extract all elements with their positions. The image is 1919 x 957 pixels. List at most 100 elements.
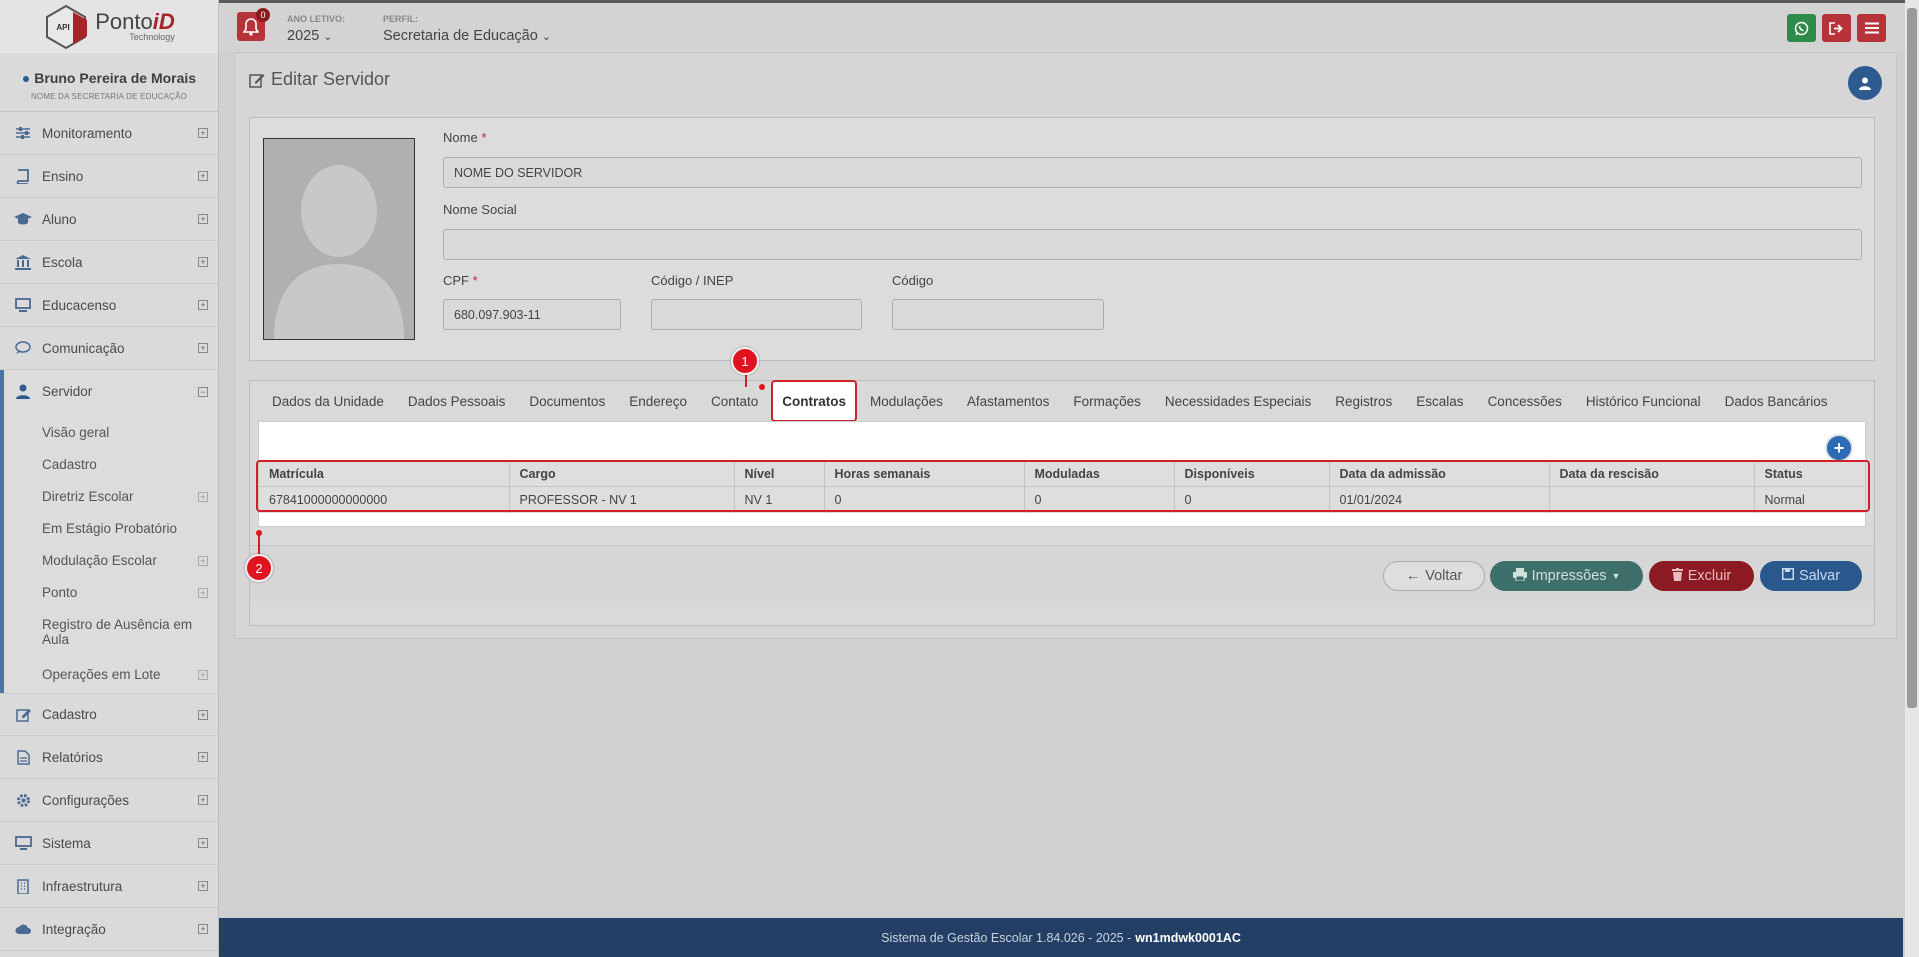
column-header[interactable]: Nível (734, 462, 825, 487)
whatsapp-button[interactable] (1787, 14, 1816, 42)
tab-dados-unidade[interactable]: Dados da Unidade (260, 381, 396, 421)
tab-dados-bancarios[interactable]: Dados Bancários (1713, 381, 1840, 421)
sidebar-subitem-diretriz-escolar[interactable]: Diretriz Escolar + (42, 483, 208, 515)
notifications-button[interactable]: 0 (237, 8, 270, 41)
add-contract-button[interactable]: + (1825, 434, 1853, 462)
tab-escalas[interactable]: Escalas (1404, 381, 1475, 421)
collapse-icon[interactable]: − (198, 386, 208, 397)
sidebar-item-label: Servidor (42, 384, 93, 399)
tab-modulacoes[interactable]: Modulações (858, 381, 955, 421)
sidebar-item-infraestrutura[interactable]: Infraestrutura + (0, 865, 218, 908)
sidebar-item-label: Infraestrutura (42, 878, 123, 894)
tabs-card: Dados da Unidade Dados Pessoais Document… (249, 380, 1875, 626)
column-header[interactable]: Cargo (509, 462, 735, 487)
expand-icon[interactable]: + (198, 492, 208, 502)
expand-icon[interactable]: + (198, 214, 208, 224)
page-scrollbar[interactable] (1905, 0, 1919, 957)
sidebar-subitem-modulacao-escolar[interactable]: Modulação Escolar + (42, 547, 208, 579)
sidebar-subitem-visao-geral[interactable]: Visão geral (42, 419, 208, 451)
voltar-button[interactable]: ← Voltar (1383, 561, 1485, 591)
expand-icon[interactable]: + (198, 752, 208, 762)
sidebar-group-servidor: Servidor − Visão geral Cadastro Diretriz… (0, 370, 218, 693)
user-profile-button[interactable] (1848, 66, 1882, 100)
sidebar-subitem-operacoes-lote[interactable]: Operações em Lote + (42, 661, 208, 693)
sidebar-item-educacenso[interactable]: Educacenso + (0, 284, 218, 327)
tab-documentos[interactable]: Documentos (517, 381, 617, 421)
bell-icon (243, 17, 259, 36)
excluir-button[interactable]: Excluir (1649, 561, 1754, 591)
sidebar-item-sistema[interactable]: Sistema + (0, 822, 218, 865)
annotation-marker-2: 2 (245, 554, 273, 582)
tab-afastamentos[interactable]: Afastamentos (955, 381, 1062, 421)
tab-dados-pessoais[interactable]: Dados Pessoais (396, 381, 518, 421)
expand-icon[interactable]: + (198, 556, 208, 566)
expand-icon[interactable]: + (198, 795, 208, 805)
user-icon: ● (21, 70, 31, 86)
expand-icon[interactable]: + (198, 171, 208, 181)
hamburger-icon (1864, 22, 1879, 34)
menu-button[interactable] (1857, 14, 1886, 42)
sidebar-item-label: Escola (42, 254, 83, 270)
sidebar-item-ensino[interactable]: Ensino + (0, 155, 218, 198)
column-header[interactable]: Moduladas (1024, 462, 1175, 487)
sidebar-item-escola[interactable]: Escola + (0, 241, 218, 284)
photo-placeholder[interactable] (263, 138, 415, 340)
tab-formacoes[interactable]: Formações (1061, 381, 1153, 421)
impressoes-button[interactable]: Impressões ▼ (1490, 561, 1643, 591)
sidebar-item-servidor[interactable]: Servidor − (4, 370, 218, 413)
sidebar-item-relatorios[interactable]: Relatórios + (0, 736, 218, 779)
codigo-inep-input[interactable] (651, 299, 862, 330)
expand-icon[interactable]: + (198, 924, 208, 934)
salvar-button[interactable]: Salvar (1760, 561, 1862, 591)
scrollbar-thumb[interactable] (1907, 8, 1917, 708)
expand-icon[interactable]: + (198, 838, 208, 848)
sidebar-subitem-ponto[interactable]: Ponto + (42, 579, 208, 611)
column-header[interactable]: Data da rescisão (1549, 462, 1755, 487)
expand-icon[interactable]: + (198, 588, 208, 598)
expand-icon[interactable]: + (198, 257, 208, 267)
tab-concessoes[interactable]: Concessões (1476, 381, 1574, 421)
sidebar-subitem-estagio-probatorio[interactable]: Em Estágio Probatório (42, 515, 208, 547)
logo[interactable]: API PontoiD Technology (0, 0, 218, 53)
sidebar-subitem-cadastro[interactable]: Cadastro (42, 451, 208, 483)
column-header[interactable]: Matrícula (259, 462, 510, 487)
column-header[interactable]: Horas semanais (824, 462, 1025, 487)
perfil-select[interactable]: Secretaria de Educação ⌄ (383, 28, 551, 44)
sidebar-item-cadastro[interactable]: Cadastro + (0, 693, 218, 736)
ano-letivo-select[interactable]: 2025 ⌄ (287, 28, 333, 44)
main-content: Editar Servidor Nome * NOME DO SERVIDOR … (234, 52, 1897, 639)
expand-icon[interactable]: + (198, 881, 208, 891)
logout-button[interactable] (1822, 14, 1851, 42)
tab-endereco[interactable]: Endereço (617, 381, 699, 421)
nome-input[interactable]: NOME DO SERVIDOR (443, 157, 1862, 188)
tab-historico-funcional[interactable]: Histórico Funcional (1574, 381, 1713, 421)
tab-registros[interactable]: Registros (1323, 381, 1404, 421)
column-header[interactable]: Status (1754, 462, 1865, 487)
sign-out-icon (1829, 21, 1843, 35)
sidebar-item-configuracoes[interactable]: Configurações + (0, 779, 218, 822)
expand-icon[interactable]: + (198, 128, 208, 138)
tab-necessidades-especiais[interactable]: Necessidades Especiais (1153, 381, 1323, 421)
sidebar-subitem-registro-ausencia[interactable]: Registro de Ausência em Aula (42, 611, 208, 661)
cell-disponiveis: 0 (1174, 486, 1330, 513)
cpf-input[interactable]: 680.097.903-11 (443, 299, 621, 330)
trash-icon (1671, 567, 1683, 585)
expand-icon[interactable]: + (198, 343, 208, 353)
logo-subtitle: Technology (129, 32, 175, 42)
cell-status: Normal (1764, 492, 1805, 507)
desktop-icon (12, 835, 34, 851)
sidebar-item-aluno[interactable]: Aluno + (0, 198, 218, 241)
sidebar-item-integracao[interactable]: Integração + (0, 908, 218, 951)
expand-icon[interactable]: + (198, 670, 208, 680)
footer: Sistema de Gestão Escolar 1.84.026 - 202… (219, 918, 1903, 957)
table-row[interactable]: 67841000000000000 PROFESSOR - NV 1 NV 1 … (259, 486, 1865, 513)
expand-icon[interactable]: + (198, 709, 208, 720)
codigo-input[interactable] (892, 299, 1104, 330)
sidebar-item-monitoramento[interactable]: Monitoramento + (0, 112, 218, 155)
expand-icon[interactable]: + (198, 300, 208, 310)
sidebar-item-comunicacao[interactable]: Comunicação + (0, 327, 218, 370)
tab-contratos[interactable]: Contratos (771, 380, 858, 422)
column-header[interactable]: Data da admissão (1329, 462, 1550, 487)
column-header[interactable]: Disponíveis (1174, 462, 1330, 487)
nome-social-input[interactable] (443, 229, 1862, 260)
